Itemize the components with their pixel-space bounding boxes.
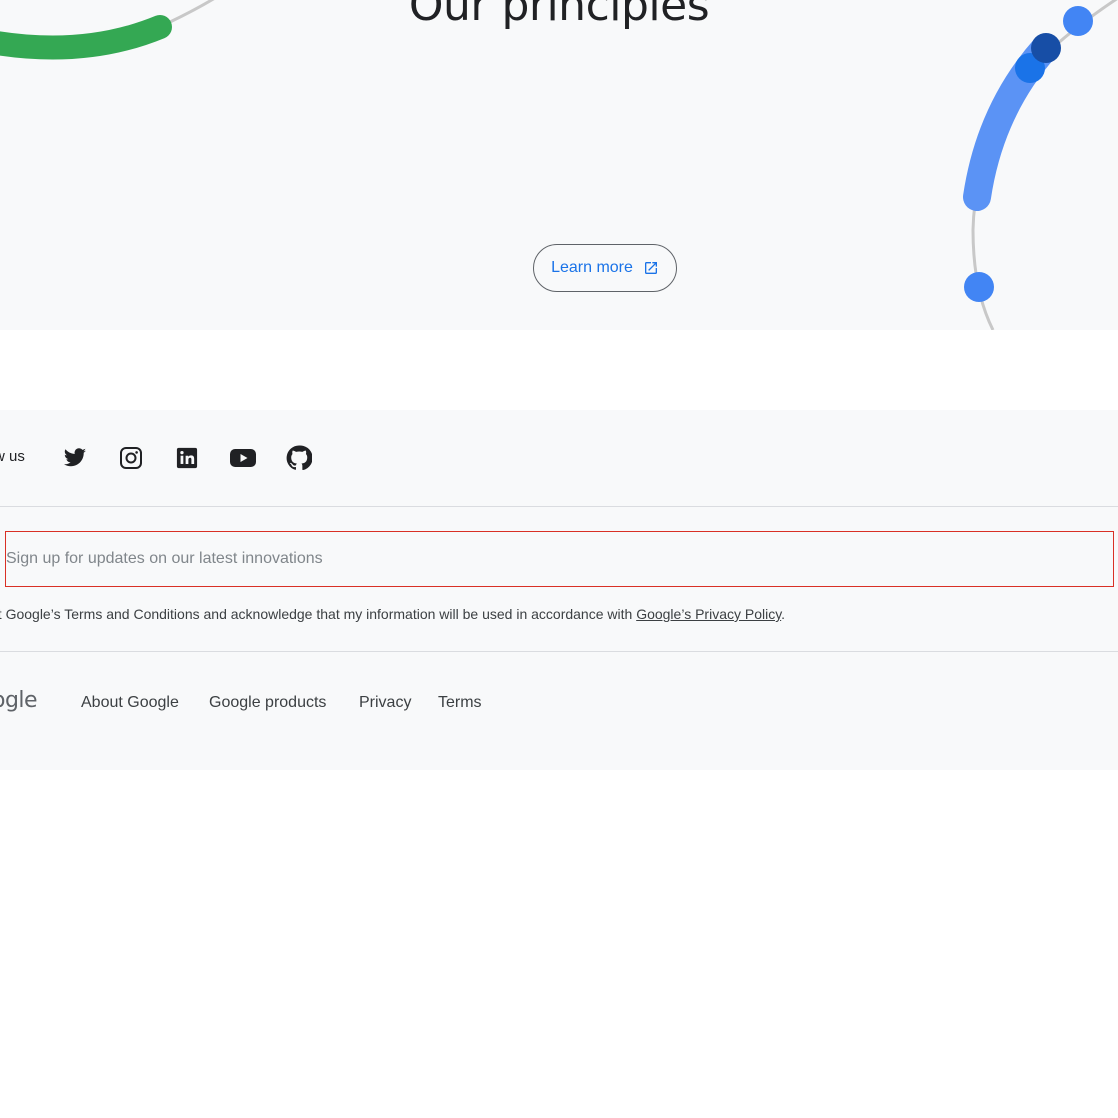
consent-body: pt Google’s Terms and Conditions and ack…	[0, 606, 637, 622]
footer-link-about-google[interactable]: About Google	[81, 694, 179, 712]
external-link-icon	[643, 260, 659, 276]
github-icon[interactable]	[286, 445, 312, 471]
learn-more-button[interactable]: Learn more	[533, 244, 677, 292]
principles-hero: Our principles Learn more	[0, 0, 1118, 330]
dot-lower	[964, 272, 994, 302]
instagram-icon[interactable]	[118, 445, 144, 471]
signup-email-input[interactable]	[5, 531, 1114, 587]
footer-divider-top	[0, 506, 1118, 507]
youtube-icon[interactable]	[230, 445, 256, 471]
linkedin-icon[interactable]	[174, 445, 200, 471]
footer-divider-bottom	[0, 651, 1118, 652]
learn-more-label: Learn more	[551, 259, 633, 276]
consent-suffix: .	[781, 606, 786, 622]
footer-link-google-products[interactable]: Google products	[209, 694, 326, 712]
site-footer: w us pt Google’s Terms and Conditions an…	[0, 410, 1118, 770]
footer-link-terms[interactable]: Terms	[438, 694, 482, 712]
dot-dark-blue	[1031, 33, 1061, 63]
footer-link-privacy[interactable]: Privacy	[359, 694, 411, 712]
privacy-policy-link[interactable]: Google’s Privacy Policy	[636, 606, 781, 622]
twitter-icon[interactable]	[62, 445, 88, 471]
page-title: Our principles	[408, 0, 710, 31]
follow-us-label: w us	[0, 448, 25, 465]
google-logo[interactable]: ogle	[0, 688, 38, 713]
consent-text: pt Google’s Terms and Conditions and ack…	[0, 606, 785, 622]
